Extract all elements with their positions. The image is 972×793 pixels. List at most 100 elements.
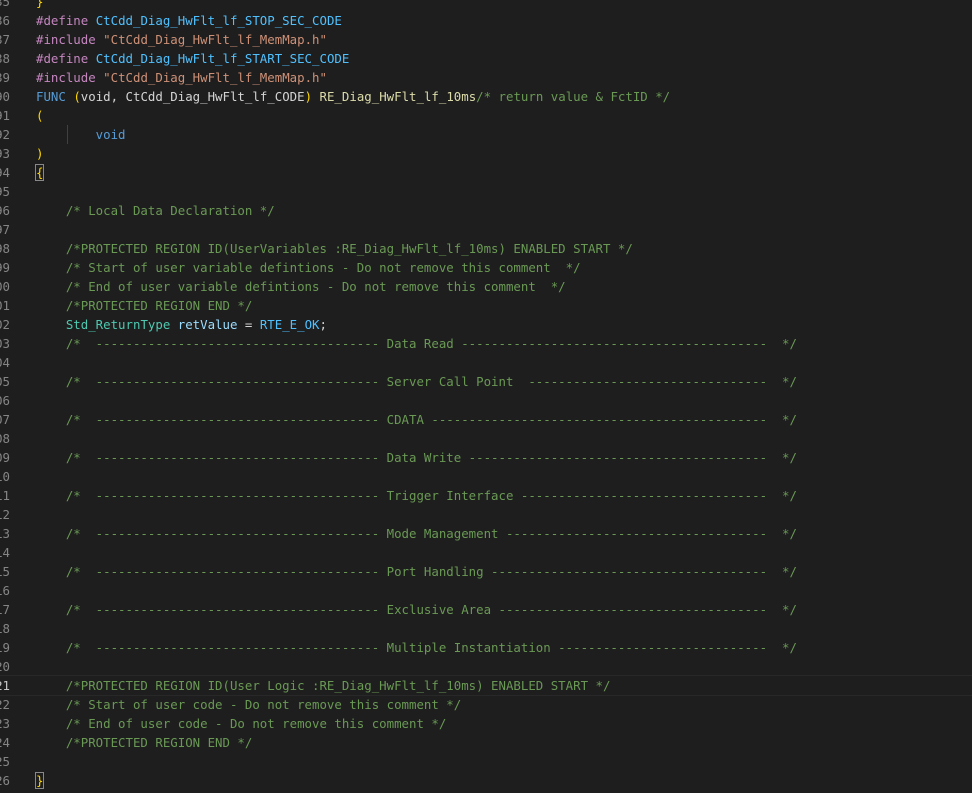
code-line[interactable]: 12 xyxy=(0,505,972,524)
code-token: /* -------------------------------------… xyxy=(36,412,797,427)
line-number: 91 xyxy=(0,108,10,123)
code-text[interactable]: } xyxy=(34,771,45,790)
code-line[interactable]: 06 xyxy=(0,391,972,410)
code-line[interactable]: 16 xyxy=(0,581,972,600)
code-line[interactable]: 01 /*PROTECTED REGION END */ xyxy=(0,296,972,315)
line-number: 26 xyxy=(0,773,10,788)
code-text[interactable]: /* Start of user variable defintions - D… xyxy=(36,258,581,277)
code-line[interactable]: 14 xyxy=(0,543,972,562)
code-line[interactable]: 96 /* Local Data Declaration */ xyxy=(0,201,972,220)
code-text[interactable]: /* -------------------------------------… xyxy=(36,600,797,619)
code-text[interactable]: /* Start of user code - Do not remove th… xyxy=(36,695,461,714)
code-token: #include xyxy=(36,32,96,47)
line-number: 09 xyxy=(0,450,10,465)
code-text[interactable]: /*PROTECTED REGION ID(UserVariables :RE_… xyxy=(36,239,633,258)
code-text[interactable]: /*PROTECTED REGION END */ xyxy=(36,296,253,315)
code-text[interactable]: /* End of user variable defintions - Do … xyxy=(36,277,566,296)
code-line[interactable]: 35} xyxy=(0,0,972,11)
code-line[interactable]: 05 /* ----------------------------------… xyxy=(0,372,972,391)
code-line[interactable]: 10 xyxy=(0,467,972,486)
line-number: 02 xyxy=(0,317,10,332)
line-number: 10 xyxy=(0,469,10,484)
code-line[interactable]: 18 xyxy=(0,619,972,638)
code-text[interactable]: /* Local Data Declaration */ xyxy=(36,201,275,220)
line-number: 03 xyxy=(0,336,10,351)
code-text[interactable]: /* -------------------------------------… xyxy=(36,486,797,505)
code-token: FUNC xyxy=(36,89,66,104)
code-text[interactable]: /*PROTECTED REGION ID(User Logic :RE_Dia… xyxy=(36,676,611,695)
code-text[interactable]: void xyxy=(36,125,126,144)
code-token: #define xyxy=(36,13,89,28)
line-number: 92 xyxy=(0,127,10,142)
code-token: /* -------------------------------------… xyxy=(36,336,797,351)
code-line[interactable]: 22 /* Start of user code - Do not remove… xyxy=(0,695,972,714)
code-text[interactable]: #include "CtCdd_Diag_HwFlt_lf_MemMap.h" xyxy=(36,68,327,87)
code-line[interactable]: 97 xyxy=(0,220,972,239)
current-code-line[interactable]: 21 /*PROTECTED REGION ID(User Logic :RE_… xyxy=(0,675,972,696)
code-line[interactable]: 02 Std_ReturnType retValue = RTE_E_OK; xyxy=(0,315,972,334)
line-number: 95 xyxy=(0,184,10,199)
code-line[interactable]: 38 #define CtCdd_Diag_HwFlt_lf_START_SEC_… xyxy=(0,49,972,68)
code-line[interactable]: 15 /* ----------------------------------… xyxy=(0,562,972,581)
code-line[interactable]: 09 /* ----------------------------------… xyxy=(0,448,972,467)
code-line[interactable]: 90 FUNC (void, CtCdd_Diag_HwFlt_lf_CODE) … xyxy=(0,87,972,106)
code-token: /* -------------------------------------… xyxy=(36,374,797,389)
code-text[interactable]: /* -------------------------------------… xyxy=(36,638,797,657)
code-line[interactable]: 98 /*PROTECTED REGION ID(UserVariables :… xyxy=(0,239,972,258)
code-line[interactable]: 20 xyxy=(0,657,972,676)
code-token: Std_ReturnType xyxy=(65,317,171,332)
code-line[interactable]: 91 ( xyxy=(0,106,972,125)
code-line[interactable]: 07 /* ----------------------------------… xyxy=(0,410,972,429)
code-line[interactable]: 11 /* ----------------------------------… xyxy=(0,486,972,505)
code-text[interactable]: } xyxy=(36,0,43,11)
code-text[interactable]: /* -------------------------------------… xyxy=(36,410,797,429)
code-line[interactable]: 19 /* ----------------------------------… xyxy=(0,638,972,657)
code-line[interactable]: 37 #include "CtCdd_Diag_HwFlt_lf_MemMap.h… xyxy=(0,30,972,49)
code-text[interactable]: /* End of user code - Do not remove this… xyxy=(36,714,446,733)
code-text[interactable]: /* -------------------------------------… xyxy=(36,524,797,543)
code-line[interactable]: 03 /* ----------------------------------… xyxy=(0,334,972,353)
code-line[interactable]: 39 #include "CtCdd_Diag_HwFlt_lf_MemMap.h… xyxy=(0,68,972,87)
code-text[interactable]: /* -------------------------------------… xyxy=(36,372,797,391)
code-editor[interactable]: 35} 36 #define CtCdd_Diag_HwFlt_lf_STOP_SE… xyxy=(0,0,972,793)
code-text[interactable]: #define CtCdd_Diag_HwFlt_lf_STOP_SEC_COD… xyxy=(36,11,342,30)
code-line[interactable]: 94 { xyxy=(0,163,972,182)
code-text[interactable]: #include "CtCdd_Diag_HwFlt_lf_MemMap.h" xyxy=(36,30,327,49)
code-lines[interactable]: 35} 36 #define CtCdd_Diag_HwFlt_lf_STOP_SE… xyxy=(0,0,972,790)
code-token: ) xyxy=(304,89,313,104)
code-token: ; xyxy=(319,317,327,332)
code-token: "CtCdd_Diag_HwFlt_lf_MemMap.h" xyxy=(103,70,327,85)
code-line[interactable]: 93) xyxy=(0,144,972,163)
code-text[interactable]: FUNC (void, CtCdd_Diag_HwFlt_lf_CODE) RE… xyxy=(36,87,670,106)
code-text[interactable]: { xyxy=(34,163,45,182)
code-line[interactable]: 24 /*PROTECTED REGION END */ xyxy=(0,733,972,752)
code-text[interactable]: /* -------------------------------------… xyxy=(36,448,797,467)
code-token: /*PROTECTED REGION END */ xyxy=(36,298,253,313)
code-line[interactable]: 13 /* ----------------------------------… xyxy=(0,524,972,543)
code-text[interactable]: ( xyxy=(36,106,43,125)
code-line[interactable]: 04 xyxy=(0,353,972,372)
code-text[interactable]: /* -------------------------------------… xyxy=(36,334,797,353)
code-line[interactable]: 23 /* End of user code - Do not remove t… xyxy=(0,714,972,733)
code-line[interactable]: 36 #define CtCdd_Diag_HwFlt_lf_STOP_SEC_C… xyxy=(0,11,972,30)
code-line[interactable]: 92 void xyxy=(0,125,972,144)
code-text[interactable]: /* -------------------------------------… xyxy=(36,562,797,581)
code-line[interactable]: 26} xyxy=(0,771,972,790)
code-line[interactable]: 99 /* Start of user variable defintions … xyxy=(0,258,972,277)
code-text[interactable]: Std_ReturnType retValue = RTE_E_OK; xyxy=(36,315,327,334)
line-number: 08 xyxy=(0,431,10,446)
code-text[interactable]: #define CtCdd_Diag_HwFlt_lf_START_SEC_CO… xyxy=(36,49,349,68)
code-text[interactable]: ) xyxy=(36,144,43,163)
code-line[interactable]: 08 xyxy=(0,429,972,448)
code-line[interactable]: 17 /* ----------------------------------… xyxy=(0,600,972,619)
line-number: 94 xyxy=(0,165,10,180)
code-token: /* -------------------------------------… xyxy=(36,602,797,617)
code-line[interactable]: 00 /* End of user variable defintions - … xyxy=(0,277,972,296)
line-number: 11 xyxy=(0,488,10,503)
code-line[interactable]: 25 xyxy=(0,752,972,771)
line-number: 99 xyxy=(0,260,10,275)
code-text[interactable]: /*PROTECTED REGION END */ xyxy=(36,733,253,752)
code-line[interactable]: 95 xyxy=(0,182,972,201)
